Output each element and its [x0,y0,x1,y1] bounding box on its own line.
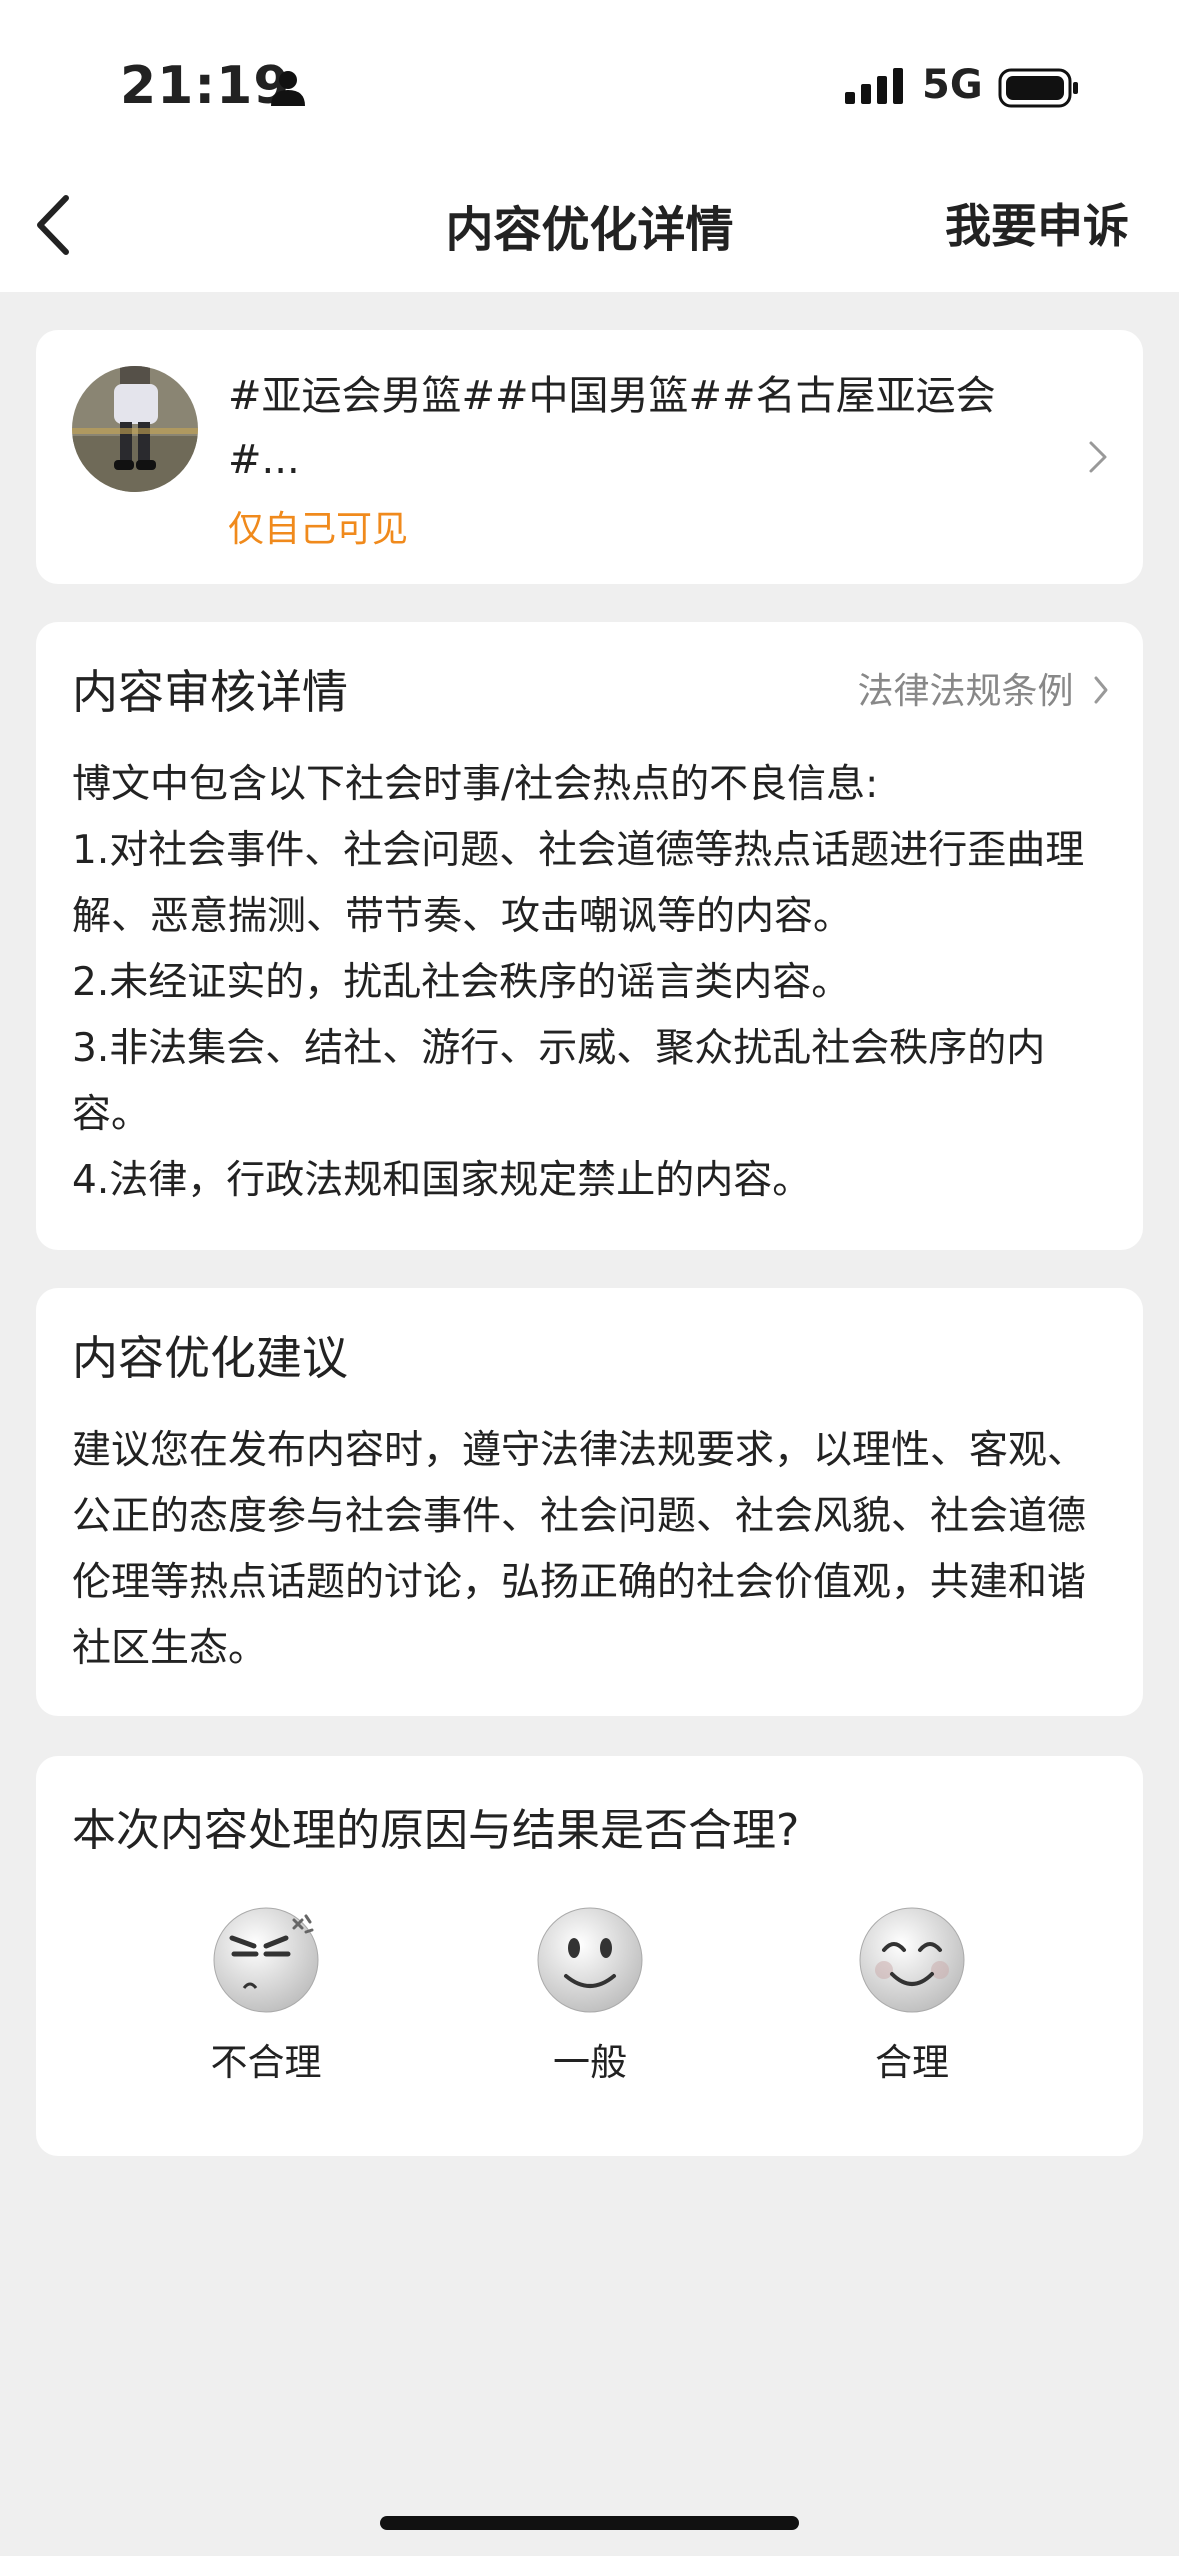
network-type: 5G [922,62,983,108]
feedback-label: 一般 [553,2041,627,2084]
review-line: 3.非法集会、结社、游行、示威、聚众扰乱社会秩序的内容。 [72,1026,1046,1137]
review-line: 4.法律，行政法规和国家规定禁止的内容。 [72,1158,812,1203]
review-title: 内容审核详情 [72,665,348,719]
visibility-badge: 仅自己可见 [228,509,409,550]
law-link-label: 法律法规条例 [857,671,1074,712]
chevron-right-icon [1089,441,1107,473]
battery-icon [998,68,1078,108]
review-line: 1.对社会事件、社会问题、社会道德等热点话题进行歪曲理解、恶意揣测、带节奏、攻击… [72,828,1085,939]
review-details-card: 内容审核详情 法律法规条例 博文中包含以下社会时事/社会热点的不良信息: 1.对… [36,622,1143,1250]
suggestion-title: 内容优化建议 [72,1331,348,1385]
post-text: #亚运会男篮##中国男篮##名古屋亚运会#... [228,373,996,483]
feedback-option-neutral[interactable]: 一般 [500,1904,680,2086]
feedback-label: 合理 [875,2041,949,2084]
angry-face-icon [213,1907,319,2013]
neutral-face-icon [537,1907,643,2013]
review-line: 2.未经证实的，扰乱社会秩序的谣言类内容。 [72,960,851,1005]
happy-face-icon [859,1907,965,2013]
feedback-question: 本次内容处理的原因与结果是否合理? [72,1805,800,1856]
feedback-option-unreasonable[interactable]: 不合理 [176,1904,356,2086]
law-link[interactable]: 法律法规条例 [858,662,1109,714]
review-body: 博文中包含以下社会时事/社会热点的不良信息: 1.对社会事件、社会问题、社会道德… [72,752,1112,1214]
feedback-options: 不合理 一般 合理 [36,1904,1143,2104]
chevron-right-icon [1094,676,1108,704]
review-line: 博文中包含以下社会时事/社会热点的不良信息: [72,762,879,807]
feedback-option-reasonable[interactable]: 合理 [822,1904,1002,2086]
home-indicator[interactable] [380,2516,799,2530]
status-time: 21:19 [120,56,291,116]
appeal-button[interactable]: 我要申诉 [945,190,1129,256]
post-card[interactable]: #亚运会男篮##中国男篮##名古屋亚运会#... 仅自己可见 [36,330,1143,584]
suggestion-text: 建议您在发布内容时，遵守法律法规要求，以理性、客观、公正的态度参与社会事件、社会… [72,1428,1087,1671]
signal-icon [845,68,903,104]
feedback-label: 不合理 [210,2041,322,2084]
top-bar: 21:19 5G 内容优化详情 我要申诉 [0,0,1179,292]
suggestion-card: 内容优化建议 建议您在发布内容时，遵守法律法规要求，以理性、客观、公正的态度参与… [36,1288,1143,1716]
avatar [72,366,198,492]
person-icon [271,71,305,106]
feedback-card: 本次内容处理的原因与结果是否合理? 不合理 一般 合理 [36,1756,1143,2156]
